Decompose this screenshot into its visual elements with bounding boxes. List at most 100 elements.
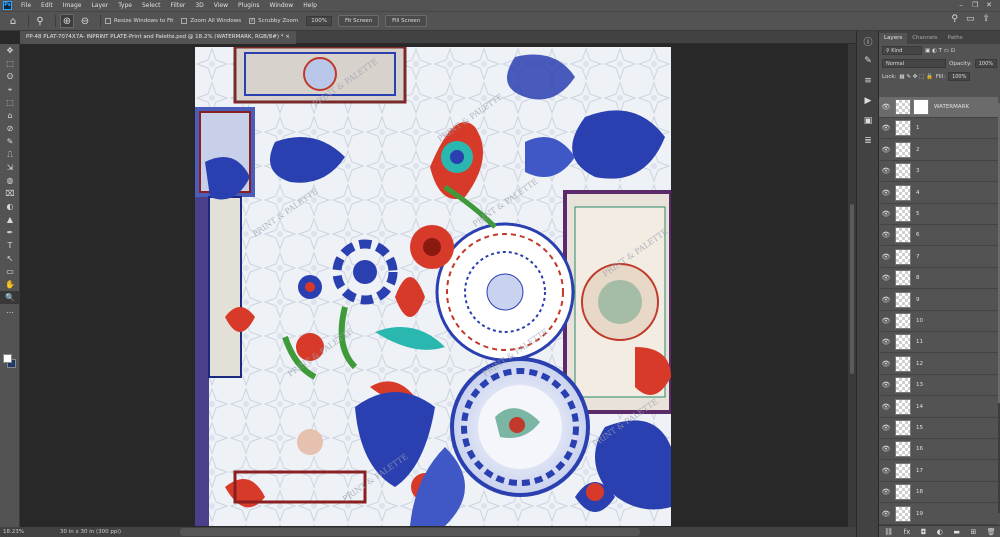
search-icon[interactable]: ⚲ (951, 14, 958, 24)
visibility-eye-icon[interactable]: 👁 (879, 488, 893, 496)
swatches-panel-icon[interactable]: ▣ (857, 111, 879, 131)
scrubby-zoom-checkbox[interactable]: ✓ Scrubby Zoom (249, 18, 298, 24)
menu-image[interactable]: Image (58, 0, 87, 11)
minimize-icon[interactable]: – (954, 0, 968, 11)
visibility-eye-icon[interactable]: 👁 (879, 124, 893, 132)
adjustments-panel-icon[interactable]: ≣ (857, 131, 879, 151)
layer-row[interactable]: 👁 3 (879, 161, 998, 183)
fill-field[interactable]: 100% (948, 72, 971, 81)
hand-tool-icon[interactable]: ✋ (0, 278, 20, 291)
fit-screen-button[interactable]: Fit Screen (337, 15, 380, 27)
home-icon[interactable]: ⌂ (6, 14, 20, 28)
marquee-tool-icon[interactable]: ⬚ (0, 57, 20, 70)
blend-mode-select[interactable]: Normal (882, 59, 947, 68)
layer-row[interactable]: 👁 5 (879, 204, 998, 225)
info-panel-icon[interactable]: ⓘ (857, 31, 879, 51)
visibility-eye-icon[interactable]: 👁 (879, 467, 893, 475)
resize-windows-checkbox[interactable]: Resize Windows to Fit (105, 18, 173, 24)
type-tool-icon[interactable]: T (0, 239, 20, 252)
scrollbar-thumb[interactable] (850, 204, 854, 374)
visibility-eye-icon[interactable]: 👁 (879, 167, 893, 175)
eyedropper-tool-icon[interactable]: ⊘ (0, 122, 20, 135)
zoom-tool-icon[interactable]: ⚲ (33, 14, 47, 28)
menu-type[interactable]: Type (113, 0, 137, 11)
visibility-eye-icon[interactable]: 👁 (879, 189, 893, 197)
visibility-eye-icon[interactable]: 👁 (879, 231, 893, 239)
visibility-eye-icon[interactable]: 👁 (879, 253, 893, 261)
history-brush-tool-icon[interactable]: ◍ (0, 174, 20, 187)
visibility-eye-icon[interactable]: 👁 (879, 210, 893, 218)
layer-kind-filter[interactable]: ⚲ Kind (882, 46, 922, 55)
close-window-icon[interactable]: ✕ (982, 0, 996, 11)
new-layer-icon[interactable]: ⊞ (970, 528, 976, 536)
properties-panel-icon[interactable]: ≡ (857, 71, 879, 91)
menu-layer[interactable]: Layer (86, 0, 113, 11)
foreground-color-swatch[interactable] (3, 354, 12, 363)
visibility-eye-icon[interactable]: 👁 (879, 424, 893, 432)
layer-row[interactable]: 👁 19 (879, 504, 998, 525)
trash-icon[interactable]: 🗑 (987, 528, 996, 536)
share-icon[interactable]: ⇪ (982, 14, 990, 24)
layer-mask-thumbnail[interactable] (913, 99, 929, 115)
visibility-eye-icon[interactable]: 👁 (879, 274, 893, 282)
zoom-all-checkbox[interactable]: Zoom All Windows (181, 18, 241, 24)
visibility-eye-icon[interactable]: 👁 (879, 403, 893, 411)
layer-row[interactable]: 👁 8 (879, 268, 998, 290)
document-canvas[interactable]: PRINT & PALETTE PRINT & PALETTE PRINT & … (195, 47, 671, 526)
layer-row[interactable]: 👁 17 (879, 461, 998, 482)
group-icon[interactable]: ▬ (953, 528, 960, 536)
visibility-eye-icon[interactable]: 👁 (879, 146, 893, 154)
clone-stamp-tool-icon[interactable]: ⇲ (0, 161, 20, 174)
menu-edit[interactable]: Edit (36, 0, 58, 11)
layer-row[interactable]: 👁 15 (879, 418, 998, 439)
more-tools-icon[interactable]: … (0, 304, 20, 317)
shape-tool-icon[interactable]: ▭ (0, 265, 20, 278)
pen-tool-icon[interactable]: ✒ (0, 226, 20, 239)
healing-brush-tool-icon[interactable]: ✎ (0, 135, 20, 148)
visibility-eye-icon[interactable]: 👁 (879, 103, 893, 111)
lasso-tool-icon[interactable]: ʘ (0, 70, 20, 83)
workspace-icon[interactable]: ▭ (966, 14, 975, 24)
layer-row[interactable]: 👁 WATERMARK (879, 97, 998, 118)
layer-row[interactable]: 👁 6 (879, 225, 998, 247)
visibility-eye-icon[interactable]: 👁 (879, 445, 893, 453)
adjustment-layer-icon[interactable]: ◐ (937, 528, 943, 536)
canvas-vertical-scrollbar[interactable] (848, 44, 856, 527)
layer-row[interactable]: 👁 16 (879, 439, 998, 461)
visibility-eye-icon[interactable]: 👁 (879, 510, 893, 518)
brush-panel-icon[interactable]: ✎ (857, 51, 879, 71)
gradient-tool-icon[interactable]: ◐ (0, 200, 20, 213)
zoom-tool-icon[interactable]: 🔍 (0, 291, 20, 304)
zoom-in-icon[interactable]: ⊕ (60, 14, 74, 28)
brush-tool-icon[interactable]: ⎍ (0, 148, 20, 161)
layer-row[interactable]: 👁 4 (879, 183, 998, 204)
eraser-tool-icon[interactable]: ⌧ (0, 187, 20, 200)
layer-row[interactable]: 👁 10 (879, 311, 998, 332)
visibility-eye-icon[interactable]: 👁 (879, 338, 893, 346)
menu-select[interactable]: Select (137, 0, 166, 11)
zoom-percent-field[interactable]: 100% (306, 16, 332, 26)
layer-row[interactable]: 👁 1 (879, 118, 998, 140)
zoom-level[interactable]: 18.23% (0, 529, 30, 535)
close-tab-icon[interactable]: × (285, 34, 290, 40)
frame-tool-icon[interactable]: ⌂ (0, 109, 20, 122)
move-tool-icon[interactable]: ✥ (0, 44, 20, 57)
layer-row[interactable]: 👁 14 (879, 397, 998, 418)
menu-window[interactable]: Window (265, 0, 299, 11)
layer-row[interactable]: 👁 18 (879, 482, 998, 504)
menu-help[interactable]: Help (298, 0, 322, 11)
tab-paths[interactable]: Paths (943, 33, 968, 44)
menu-file[interactable]: File (16, 0, 36, 11)
link-layers-icon[interactable]: ⛓ (884, 528, 893, 536)
opacity-field[interactable]: 100% (974, 59, 997, 68)
layer-row[interactable]: 👁 12 (879, 354, 998, 375)
actions-panel-icon[interactable]: ▶ (857, 91, 879, 111)
filter-icons[interactable]: ▣ ◐ T ▭ ⊡ (925, 48, 955, 54)
tab-layers[interactable]: Layers (879, 33, 908, 44)
crop-tool-icon[interactable]: ⬚ (0, 96, 20, 109)
document-tab[interactable]: PP-48 PLAT-7074X7A- INPRINT PLATE-Print … (20, 31, 296, 44)
layer-row[interactable]: 👁 9 (879, 290, 998, 311)
visibility-eye-icon[interactable]: 👁 (879, 381, 893, 389)
add-mask-icon[interactable]: ◘ (921, 528, 927, 536)
path-selection-tool-icon[interactable]: ↖ (0, 252, 20, 265)
